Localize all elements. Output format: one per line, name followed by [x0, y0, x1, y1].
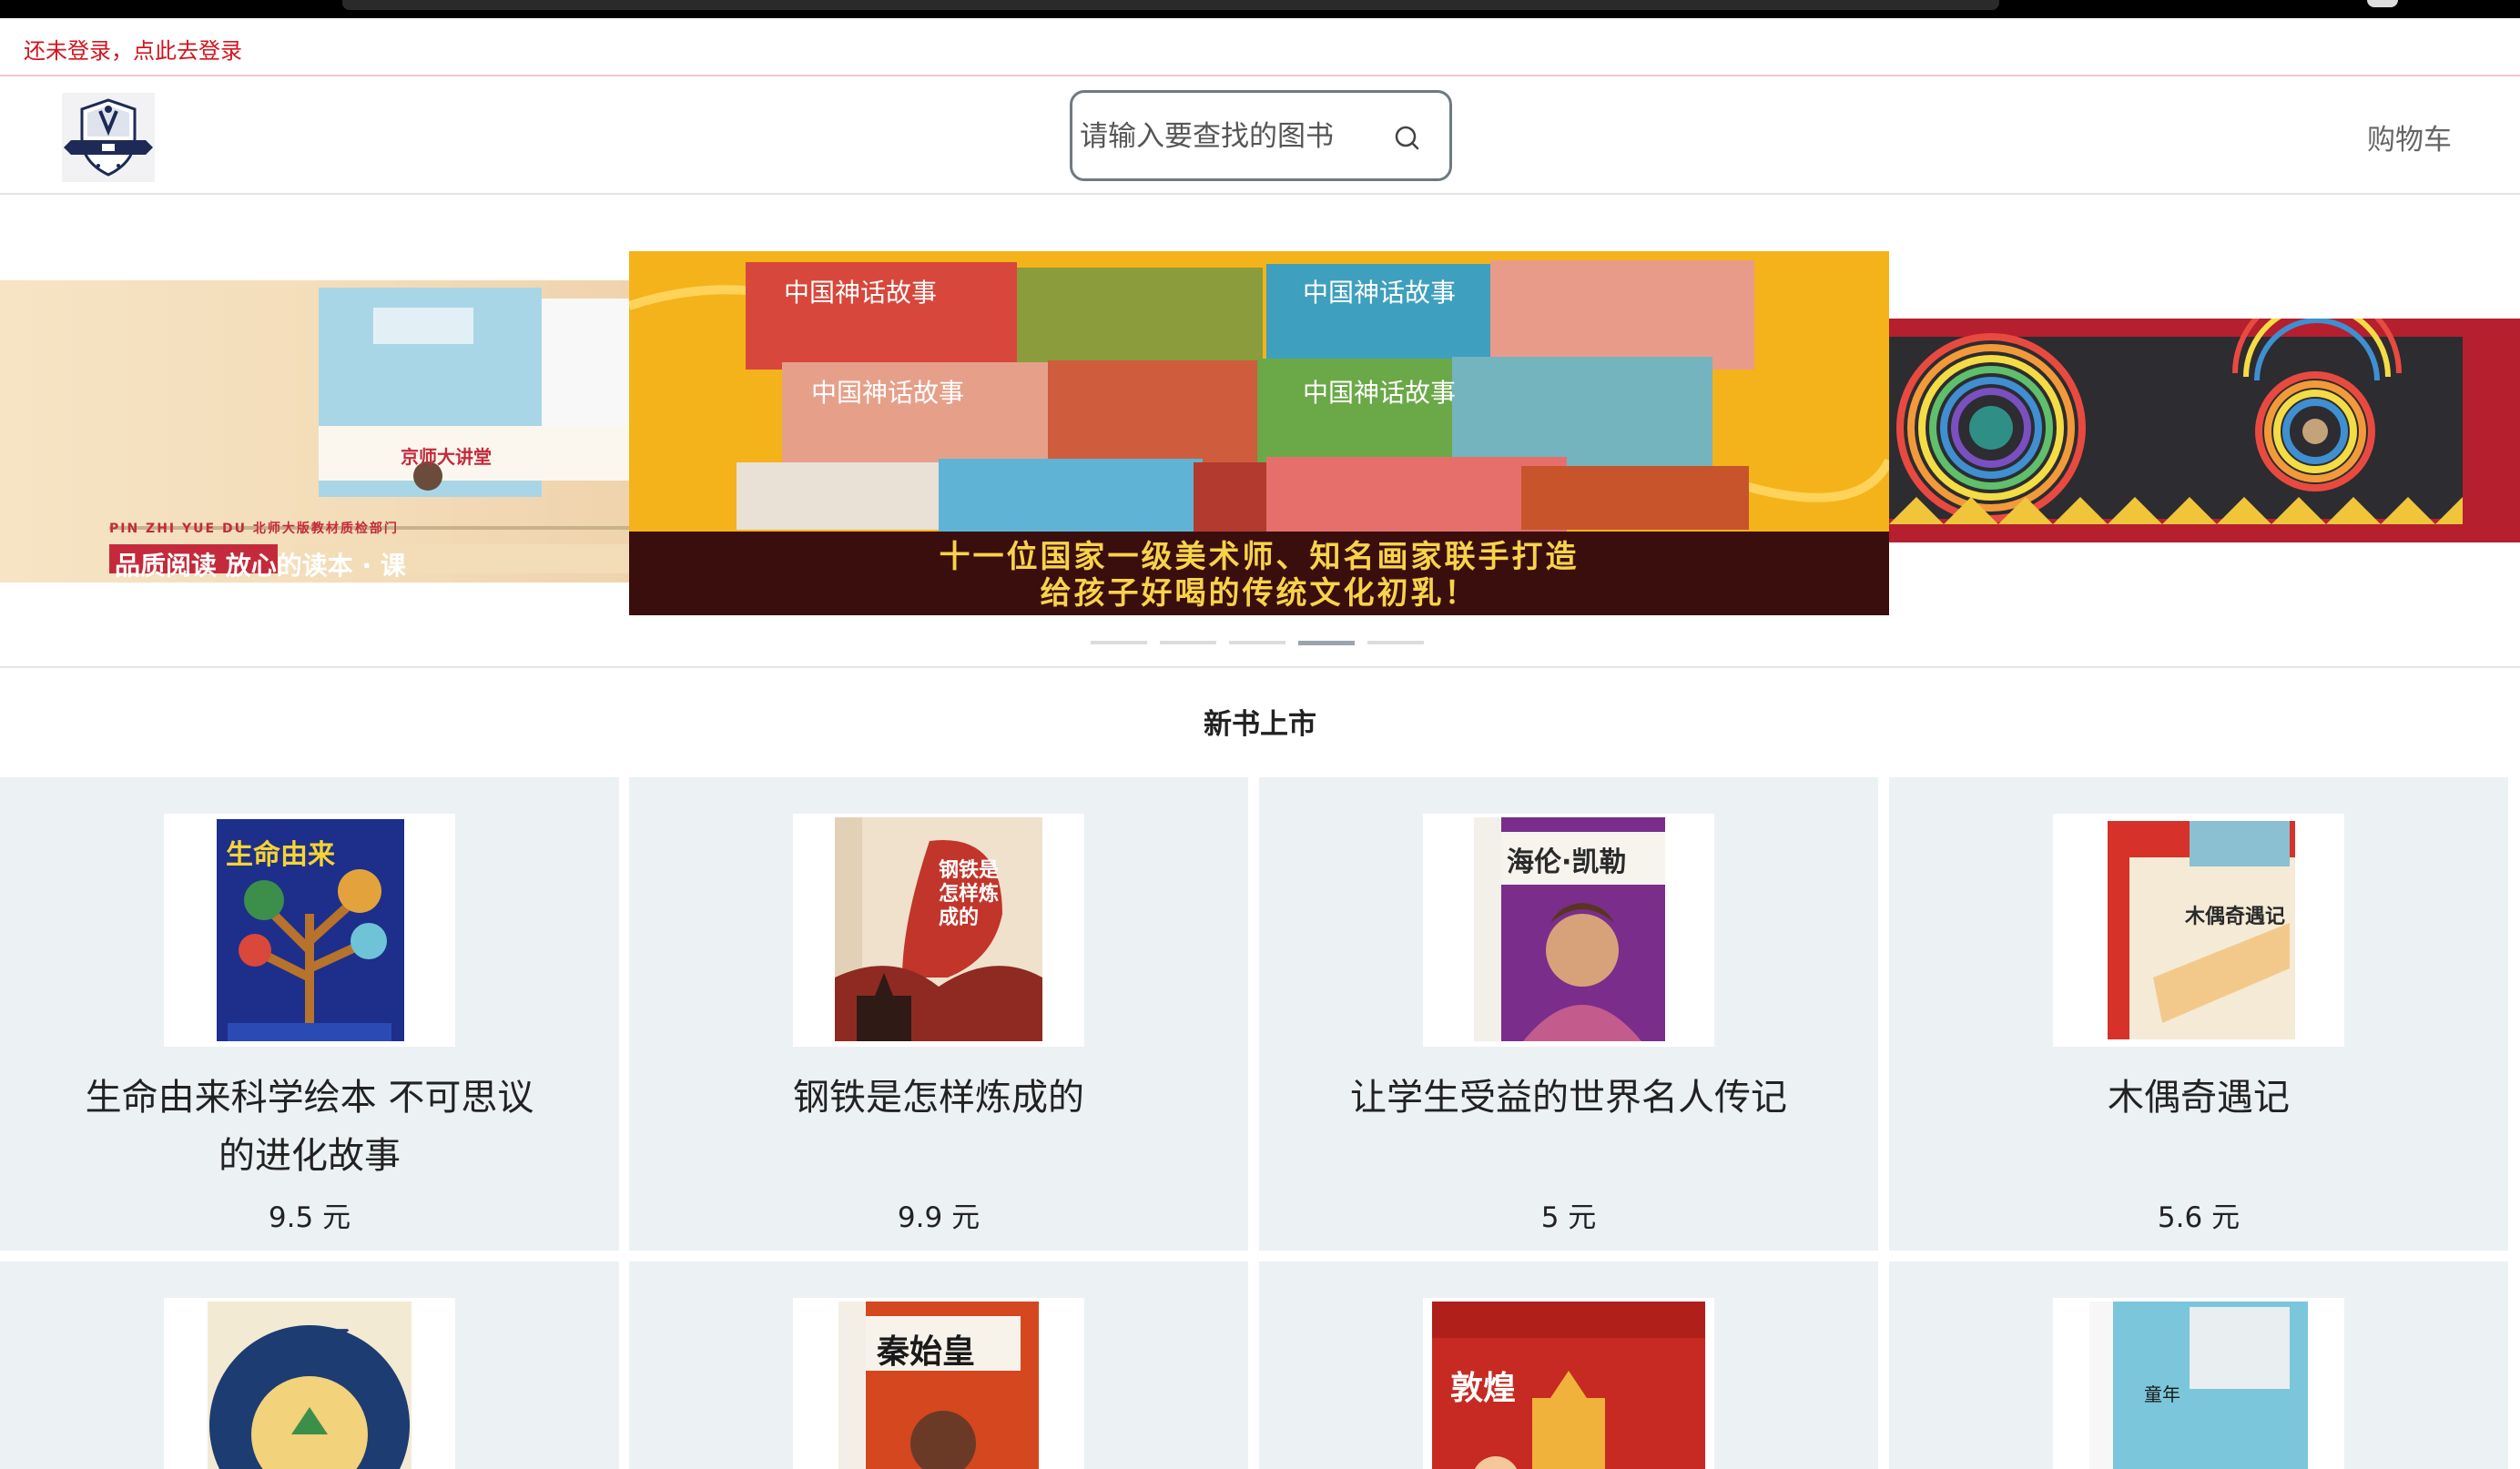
search-icon[interactable] [1391, 122, 1424, 155]
book-title[interactable]: 钢铁是怎样炼成的 [711, 1069, 1166, 1127]
book-card[interactable]: 小王子 [0, 1261, 619, 1469]
slide-prev-brand: 京师大讲堂 [401, 446, 492, 468]
carousel-dot-3[interactable] [1229, 641, 1285, 644]
new-books-section-title: 新书上市 [1204, 708, 1316, 741]
book-cover: 童年 [2053, 1298, 2344, 1469]
book-cover-title: 海伦·凯勒 [1507, 846, 1627, 878]
book-cover: 木偶奇遇记 [2053, 814, 2344, 1047]
book-card[interactable]: 童年 [1889, 1261, 2508, 1469]
book-label: 中国神话故事 [811, 378, 965, 408]
book-cover: 秦始皇 [793, 1298, 1084, 1469]
book-price: 5.6 元 [2157, 1201, 2241, 1234]
book-label: 中国神话故事 [1303, 378, 1457, 408]
book-cover-title: 敦煌 [1450, 1370, 1517, 1407]
book-cover-title: 秦始皇 [877, 1333, 976, 1371]
book-cover-title: 小王子 [280, 1327, 352, 1354]
slide-active-caption-line-1: 十一位国家一级美术师、知名画家联手打造 [939, 539, 1580, 575]
system-top-strip [0, 0, 2520, 18]
book-cover: 小王子 [164, 1298, 455, 1469]
book-title[interactable]: 让学生受益的世界名人传记 [1341, 1069, 1796, 1127]
book-cover: 钢铁是怎样炼成的 [793, 814, 1084, 1047]
status-dot [2367, 0, 2398, 7]
cart-link[interactable]: 购物车 [2367, 117, 2452, 157]
search-box [1070, 90, 1452, 181]
book-title[interactable]: 生命由来科学绘本 不可思议的进化故事 [82, 1069, 537, 1185]
school-crest-logo[interactable] [62, 93, 155, 182]
carousel-dot-5[interactable] [1367, 641, 1424, 644]
slide-prev-headline: 品质阅读 放心的读本 · 课 [115, 551, 406, 581]
book-label: 中国神话故事 [1303, 278, 1457, 308]
book-card[interactable]: 木偶奇遇记 木偶奇遇记 5.6 元 [1889, 777, 2508, 1251]
carousel-slide-next[interactable] [1889, 319, 2520, 542]
search-input[interactable] [1080, 115, 1380, 158]
header: 购物车 [0, 76, 2520, 195]
book-cover-title: 童年 [2144, 1383, 2180, 1405]
book-price: 5 元 [1540, 1201, 1597, 1234]
book-cover-title: 钢铁是怎样炼成的 [939, 859, 1000, 929]
book-cover-title: 生命由来 [226, 839, 335, 871]
carousel-slide-prev[interactable]: PIN ZHI YUE DU 北师大版教材质检部门 品质阅读 放心的读本 · 课… [0, 280, 630, 583]
login-link[interactable]: 还未登录，点此去登录 [24, 33, 242, 65]
banner-carousel: PIN ZHI YUE DU 北师大版教材质检部门 品质阅读 放心的读本 · 课… [0, 197, 2520, 668]
carousel-dot-4-active[interactable] [1298, 641, 1355, 645]
book-cover: 海伦·凯勒 [1423, 814, 1714, 1047]
book-cover: 生命由来 [164, 814, 455, 1047]
carousel-dot-2[interactable] [1160, 641, 1216, 644]
carousel-dot-1[interactable] [1091, 641, 1147, 644]
book-price: 9.5 元 [268, 1201, 351, 1234]
book-price: 9.9 元 [897, 1201, 981, 1234]
login-bar: 还未登录，点此去登录 [0, 18, 2520, 76]
carousel-slide-active[interactable]: 中国神话故事 中国神话故事 中国神话故事 中国神话故事 十一位国家一级美术师、知… [629, 251, 1889, 615]
book-cover-title: 木偶奇遇记 [2185, 906, 2286, 928]
book-card[interactable]: 秦始皇 [629, 1261, 1248, 1469]
book-title[interactable]: 木偶奇遇记 [1971, 1069, 2426, 1127]
slide-prev-tagline: PIN ZHI YUE DU 北师大版教材质检部门 [109, 522, 399, 536]
book-card[interactable]: 海伦·凯勒 让学生受益的世界名人传记 5 元 [1259, 777, 1878, 1251]
book-card[interactable]: 生命由来 生命由来科学绘本 不可思议的进化故事 9.5 元 [0, 777, 619, 1251]
book-label: 中国神话故事 [784, 278, 938, 308]
slide-active-caption-line-2: 给孩子好喝的传统文化初乳！ [1040, 575, 1478, 612]
book-cover: 敦煌 [1423, 1298, 1714, 1469]
window-titlebar [342, 0, 1999, 10]
book-card[interactable]: 钢铁是怎样炼成的 钢铁是怎样炼成的 9.9 元 [629, 777, 1248, 1251]
book-card[interactable]: 敦煌 [1259, 1261, 1878, 1469]
